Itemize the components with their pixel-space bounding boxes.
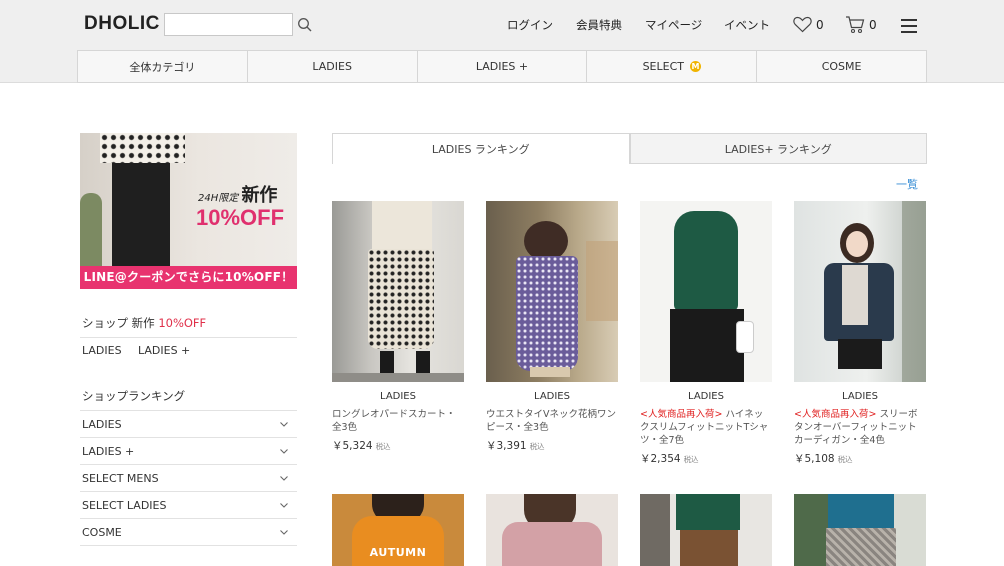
category-label: 全体カテゴリ — [129, 60, 196, 74]
heart-icon[interactable] — [793, 16, 812, 33]
product-card[interactable]: LADIES <人気商品再入荷> スリーボタンオーバーフィットニットカーディガン… — [794, 201, 926, 466]
ranking-tabs: LADIES ランキング LADIES+ ランキング — [332, 133, 927, 164]
chevron-down-icon — [280, 422, 288, 427]
ranking-item-ladies[interactable]: LADIES — [80, 411, 297, 438]
shop-link-ladies[interactable]: LADIES — [82, 344, 122, 357]
product-brand: LADIES — [688, 391, 724, 402]
product-price: ￥2,354 税込 — [640, 453, 699, 465]
promo-discount: 10%OFF — [196, 205, 285, 230]
cart-count: 0 — [869, 18, 877, 32]
category-cosme[interactable]: COSME — [757, 51, 926, 82]
product-price: ￥5,324 税込 — [332, 440, 391, 452]
shop-link-ladies-plus[interactable]: LADIES + — [138, 344, 190, 357]
ranking-item-select-ladies[interactable]: SELECT LADIES — [80, 492, 297, 519]
tab-label: LADIES ランキング — [431, 143, 530, 156]
login-link[interactable]: ログイン — [507, 17, 553, 33]
product-name[interactable]: ウエストタイVネック花柄ワンピース・全3色 — [486, 408, 618, 434]
tab-ladies-ranking[interactable]: LADIES ランキング — [332, 133, 630, 164]
cart-icon[interactable] — [845, 15, 865, 34]
mypage-link[interactable]: マイページ — [645, 17, 702, 33]
promo-line-coupon: LINE@クーポンでさらに10%OFF！ — [80, 266, 297, 289]
product-image[interactable] — [640, 201, 772, 382]
chevron-down-icon — [280, 476, 288, 481]
ranking-item-ladies-plus[interactable]: LADIES + — [80, 438, 297, 465]
chevron-down-icon — [280, 449, 288, 454]
ranking-item-label: LADIES + — [82, 445, 135, 458]
tab-label: LADIES+ ランキング — [724, 142, 832, 156]
promo-banner[interactable]: 24H限定 新作 10%OFF LINE@クーポンでさらに10%OFF！ — [80, 133, 297, 289]
category-nav: 全体カテゴリ LADIES LADIES + SELECT M COSME — [77, 50, 927, 83]
product-image[interactable] — [332, 201, 464, 382]
product-brand: LADIES — [380, 391, 416, 402]
category-label: LADIES — [312, 60, 352, 73]
product-name[interactable]: <人気商品再入荷> ハイネックスリムフィットニットTシャツ・全7色 — [640, 408, 772, 447]
category-ladies[interactable]: LADIES — [248, 51, 418, 82]
product-name[interactable]: <人気商品再入荷> スリーボタンオーバーフィットニットカーディガン・全4色 — [794, 408, 926, 447]
product-image[interactable]: AUTUMN — [332, 494, 464, 566]
view-all-link[interactable]: 一覧 — [896, 176, 918, 192]
shop-ranking-heading: ショップランキング — [82, 389, 186, 403]
ranking-item-label: SELECT LADIES — [82, 499, 167, 512]
chevron-down-icon — [280, 530, 288, 535]
product-price: ￥3,391 税込 — [486, 440, 545, 452]
product-brand: LADIES — [842, 391, 878, 402]
hamburger-menu-icon[interactable] — [901, 19, 917, 33]
mens-badge: M — [690, 61, 701, 72]
search-input[interactable] — [164, 13, 293, 36]
product-price: ￥5,108 税込 — [794, 453, 853, 465]
category-ladies-plus[interactable]: LADIES + — [418, 51, 588, 82]
tab-underline-gap — [333, 163, 629, 164]
ranking-item-label: SELECT MENS — [82, 472, 159, 485]
product-card[interactable]: LADIES ロングレオパードスカート・全3色 ￥5,324 税込 — [332, 201, 464, 453]
shop-new-heading[interactable]: ショップ 新作 10%OFF — [82, 315, 206, 331]
ranking-item-select-mens[interactable]: SELECT MENS — [80, 465, 297, 492]
product-name[interactable]: ロングレオパードスカート・全3色 — [332, 408, 464, 434]
divider — [80, 337, 297, 338]
site-header: DHOLIC ログイン 会員特典 マイページ イベント 0 0 全体カテゴリ L… — [0, 0, 1004, 83]
product-image[interactable] — [640, 494, 772, 566]
product-card[interactable]: LADIES <人気商品再入荷> ハイネックスリムフィットニットTシャツ・全7色… — [640, 201, 772, 466]
ranking-item-label: COSME — [82, 526, 122, 539]
product-card[interactable]: LADIES ウエストタイVネック花柄ワンピース・全3色 ￥3,391 税込 — [486, 201, 618, 453]
product-brand: LADIES — [534, 391, 570, 402]
site-logo[interactable]: DHOLIC — [84, 13, 160, 35]
category-label: COSME — [821, 60, 862, 73]
chevron-down-icon — [280, 503, 288, 508]
search-icon[interactable] — [297, 17, 313, 33]
member-benefits-link[interactable]: 会員特典 — [576, 17, 622, 33]
wishlist-count: 0 — [816, 18, 824, 32]
promo-plant — [80, 193, 102, 266]
product-image[interactable] — [794, 201, 926, 382]
tab-ladies-plus-ranking[interactable]: LADIES+ ランキング — [629, 133, 927, 164]
product-image[interactable] — [794, 494, 926, 566]
category-select[interactable]: SELECT M — [587, 51, 758, 82]
event-link[interactable]: イベント — [724, 17, 770, 33]
ranking-item-label: LADIES — [82, 418, 122, 431]
promo-headline: 24H限定 新作 — [198, 185, 278, 206]
category-label: LADIES + — [475, 60, 529, 73]
category-label: SELECT — [642, 60, 684, 73]
product-image[interactable] — [486, 494, 618, 566]
product-image[interactable] — [486, 201, 618, 382]
category-all[interactable]: 全体カテゴリ — [78, 51, 248, 82]
ranking-item-cosme[interactable]: COSME — [80, 519, 297, 546]
autumn-overlay-text: AUTUMN — [369, 546, 427, 559]
promo-blouse — [100, 133, 185, 163]
